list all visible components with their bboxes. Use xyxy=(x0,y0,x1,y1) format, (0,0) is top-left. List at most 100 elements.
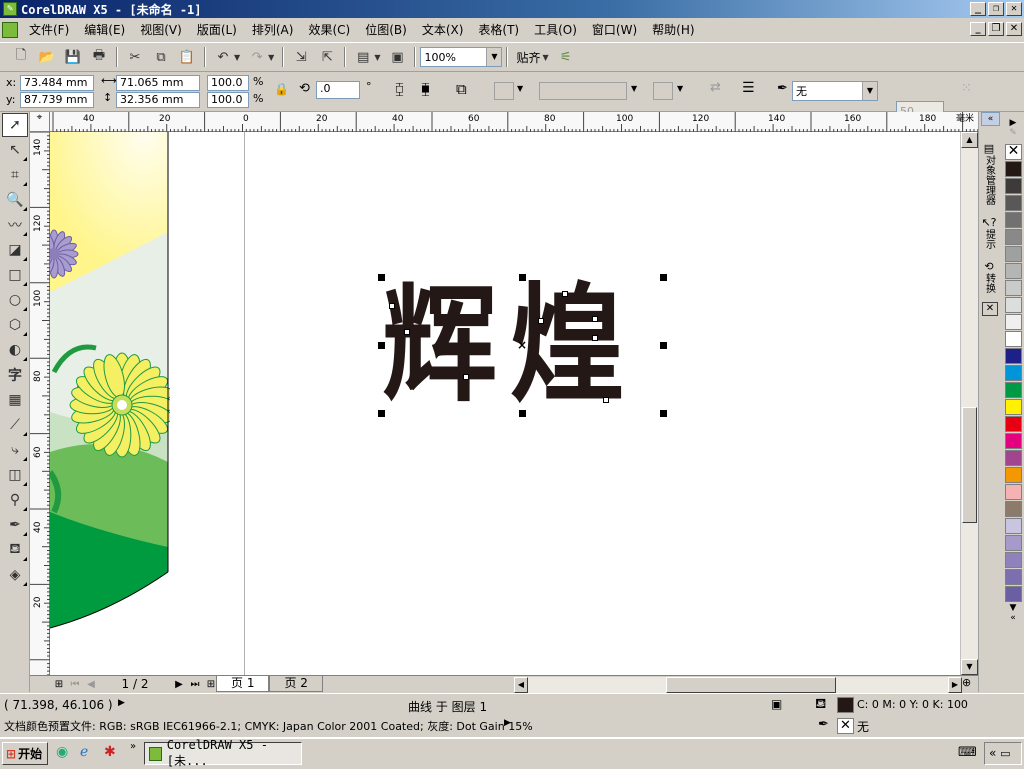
color-profile-arrow-icon[interactable]: ▶ xyxy=(504,718,511,728)
polygon-tool-icon[interactable]: ⬡ xyxy=(2,313,28,337)
outline-tool-icon[interactable]: ✒ xyxy=(2,513,28,537)
rotation-field[interactable]: .0 xyxy=(316,81,360,99)
height-field[interactable]: 32.356 mm xyxy=(116,92,200,108)
color-swatch[interactable] xyxy=(1005,416,1022,432)
doc-close-button[interactable]: ✕ xyxy=(1006,22,1022,36)
snapshot-icon[interactable]: ▣ xyxy=(771,697,782,711)
docker-tab-object-manager[interactable]: ▤ 对象管理器 xyxy=(979,142,999,208)
lock-ratio-icon[interactable]: 🔒 xyxy=(274,82,289,96)
ie-icon[interactable]: ℯ xyxy=(80,744,88,760)
collapse-dockers-icon[interactable]: « xyxy=(981,112,1000,126)
scroll-up-button[interactable]: ▲ xyxy=(961,132,978,148)
color-swatch[interactable] xyxy=(1005,399,1022,415)
application-launcher-icon[interactable]: ▤ xyxy=(352,46,374,68)
color-swatch[interactable] xyxy=(1005,348,1022,364)
color-swatch[interactable] xyxy=(1005,246,1022,262)
convert-icon[interactable]: ⇄ xyxy=(710,80,721,95)
color-swatch[interactable] xyxy=(1005,433,1022,449)
dimension-tool-icon[interactable]: ⟋ xyxy=(2,413,28,437)
color-swatch[interactable] xyxy=(1005,229,1022,245)
selection-handle[interactable] xyxy=(519,410,526,417)
mirror-horizontal-icon[interactable]: ⧮ xyxy=(395,81,404,97)
scroll-left-button[interactable]: ◀ xyxy=(514,677,528,693)
shape-tool-icon[interactable]: ↖ xyxy=(2,138,28,162)
color-swatch[interactable] xyxy=(1005,161,1022,177)
fill-tool-icon[interactable]: ⛾ xyxy=(2,538,28,562)
grid-options-icon[interactable]: ⁙ xyxy=(961,81,972,96)
menu-window[interactable]: 窗口(W) xyxy=(587,20,647,40)
new-icon[interactable]: 🗋 xyxy=(10,46,32,68)
copy-icon[interactable]: ⧉ xyxy=(150,46,172,68)
next-page-icon[interactable]: ▶ xyxy=(172,679,186,690)
color-swatch[interactable] xyxy=(1005,535,1022,551)
x-position-field[interactable]: 73.484 mm xyxy=(20,75,94,91)
cut-icon[interactable]: ✂ xyxy=(124,46,146,68)
close-button[interactable]: ✕ xyxy=(1006,2,1022,16)
chevron-down-icon[interactable]: ▼ xyxy=(862,82,877,100)
arrow-end-select[interactable] xyxy=(653,82,673,100)
color-swatch[interactable] xyxy=(1005,331,1022,347)
text-node[interactable] xyxy=(592,316,598,322)
text-node[interactable] xyxy=(592,335,598,341)
prev-page-icon[interactable]: ◀ xyxy=(84,679,98,690)
open-icon[interactable]: 📂 xyxy=(36,46,58,68)
eyedropper-tool-icon[interactable]: ⚲ xyxy=(2,488,28,512)
text-node[interactable] xyxy=(389,303,395,309)
text-node[interactable] xyxy=(538,318,544,324)
outline-width-select[interactable]: 无 ▼ xyxy=(792,81,878,101)
connector-tool-icon[interactable]: ⤷ xyxy=(2,438,28,462)
browser-icon[interactable]: ◉ xyxy=(56,744,68,760)
selection-handle[interactable] xyxy=(519,274,526,281)
tab-page-2[interactable]: 页 2 xyxy=(269,676,323,692)
palette-scroll-down-icon[interactable]: ▼ xyxy=(1002,603,1024,613)
keyboard-icon[interactable]: ⌨ xyxy=(958,745,977,760)
interactive-fill-icon[interactable]: ◈ xyxy=(2,563,28,587)
quick-launch-more-icon[interactable]: » xyxy=(130,741,136,752)
expand-status-icon[interactable]: ▶ xyxy=(118,698,125,708)
last-page-icon[interactable]: ⏭ xyxy=(188,679,202,690)
color-swatch[interactable] xyxy=(1005,297,1022,313)
undo-icon[interactable]: ↶ xyxy=(212,46,234,68)
color-swatch[interactable] xyxy=(1005,569,1022,585)
text-node[interactable] xyxy=(562,291,568,297)
y-position-field[interactable]: 87.739 mm xyxy=(20,92,94,108)
color-swatch[interactable] xyxy=(1005,484,1022,500)
color-swatch[interactable] xyxy=(1005,467,1022,483)
scroll-down-button[interactable]: ▼ xyxy=(961,659,978,675)
minimize-button[interactable]: _ xyxy=(970,2,986,16)
width-field[interactable]: 71.065 mm xyxy=(116,75,200,91)
horizontal-ruler[interactable]: 40 20 0 20 40 60 80 100 120 140 160 180 … xyxy=(50,112,979,132)
restore-button[interactable]: ❐ xyxy=(988,2,1004,16)
text-node[interactable] xyxy=(603,397,609,403)
menu-arrange[interactable]: 排列(A) xyxy=(247,20,304,40)
navigator-icon[interactable]: ⊕ xyxy=(962,676,971,689)
menu-tools[interactable]: 工具(O) xyxy=(529,20,587,40)
start-button[interactable]: ⊞ 开始 xyxy=(2,742,48,765)
close-docker-icon[interactable]: ✕ xyxy=(982,302,998,316)
line-style-select[interactable] xyxy=(539,82,627,100)
save-icon[interactable]: 💾 xyxy=(62,46,84,68)
drawing-canvas[interactable]: 辉煌 × xyxy=(50,132,960,675)
options-icon[interactable]: ⚟ xyxy=(555,46,577,68)
color-swatch[interactable] xyxy=(1005,280,1022,296)
rectangle-tool-icon[interactable]: □ xyxy=(2,263,28,287)
color-swatch[interactable] xyxy=(1005,365,1022,381)
chevron-down-icon[interactable]: ▼ xyxy=(486,48,502,66)
first-page-icon[interactable]: ⏮ xyxy=(68,679,82,690)
menu-view[interactable]: 视图(V) xyxy=(135,20,192,40)
selection-handle[interactable] xyxy=(378,342,385,349)
color-swatch[interactable] xyxy=(1005,586,1022,602)
color-swatch[interactable] xyxy=(1005,450,1022,466)
scale-y-field[interactable]: 100.0 xyxy=(207,92,249,108)
export-icon[interactable]: ⇱ xyxy=(316,46,338,68)
wrap-text-icon[interactable]: ☰ xyxy=(742,80,755,96)
print-icon[interactable]: 🖶 xyxy=(88,46,110,68)
docker-tab-transform[interactable]: ⟲ 转换 xyxy=(979,260,999,296)
scale-x-field[interactable]: 100.0 xyxy=(207,75,249,91)
vertical-scrollbar[interactable]: ▲ ▼ xyxy=(960,132,978,675)
menu-help[interactable]: 帮助(H) xyxy=(647,20,704,40)
color-swatch[interactable] xyxy=(1005,518,1022,534)
taskbar-coreldraw-button[interactable]: CorelDRAW X5 - [未... xyxy=(144,738,302,768)
color-swatch[interactable] xyxy=(1005,501,1022,517)
hscroll-thumb[interactable] xyxy=(666,677,836,693)
